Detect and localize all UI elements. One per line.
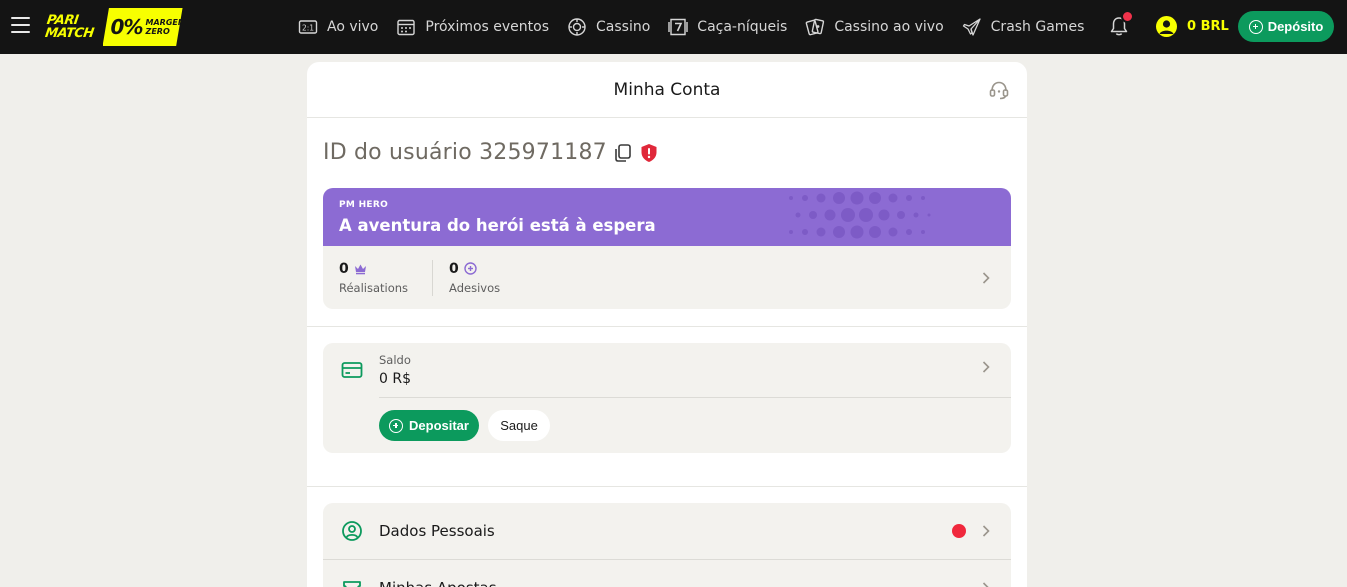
nav-item-cassino-ao-vivo[interactable]: Cassino ao vivo [805,17,944,37]
user-avatar-icon [1156,16,1177,37]
nav-item-proximos-eventos[interactable]: Próximos eventos [396,17,549,37]
casino-chip-icon [567,17,587,37]
calendar-icon [396,17,416,37]
nav-item-ao-vivo[interactable]: 2:1 Ao vivo [298,17,378,37]
chevron-right-icon [982,271,990,284]
depositar-button[interactable]: Depositar [379,410,479,441]
logo-wordmark: PARI MATCH [44,13,95,41]
sticker-plus-icon [464,262,477,275]
live-score-icon: 2:1 [298,17,318,37]
menu-item-dados-pessoais[interactable]: Dados Pessoais [323,503,1011,559]
crown-icon [354,264,366,275]
nav-item-crash-games[interactable]: Crash Games [962,17,1084,37]
user-circle-icon [342,521,362,541]
user-id-row: ID do usuário 325971187 [323,140,658,165]
stat-divider [432,259,434,296]
account-panel: Minha Conta ID do usuário 325971187 PM H… [307,62,1027,587]
header-deposit-button[interactable]: Depósito [1238,11,1334,42]
chevron-right-icon [982,525,990,537]
balance-chevron-icon[interactable] [981,360,991,374]
credit-card-icon [341,362,363,378]
saque-button[interactable]: Saque [488,410,550,441]
plus-circle-icon [389,418,404,433]
nav-item-cassino[interactable]: Cassino [567,17,650,37]
user-id-text: ID do usuário 325971187 [323,140,607,165]
section-divider [307,326,1027,327]
chevron-right-icon [982,581,990,587]
section-divider [307,486,1027,487]
pm-hero-card[interactable]: PM HERO A aventura do herói está à esper… [323,188,1011,309]
stickers-stat: 0 Adesivos [449,260,501,295]
shield-alert-icon[interactable] [640,143,658,163]
slot-seven-icon [668,17,688,37]
margem-zero-badge: 0% MARGEM ZERO [102,8,183,46]
balance-divider [379,397,1011,398]
page-title: Minha Conta [613,79,721,100]
main-nav: 2:1 Ao vivo Próximos eventos Cassino Caç… [298,0,1102,54]
plus-circle-icon [1248,19,1263,34]
header-balance[interactable]: 0 BRL [1156,16,1229,37]
hamburger-menu-icon[interactable] [11,17,30,33]
balance-card: Saldo 0 R$ Depositar Saque [323,343,1011,453]
nav-item-caca-niqueis[interactable]: Caça-níqueis [668,17,787,37]
halftone-decoration [789,191,931,239]
balance-label: Saldo [379,353,411,367]
support-headset-icon[interactable] [988,79,1010,101]
top-nav-bar: PARI MATCH 0% MARGEM ZERO 2:1 Ao vivo Pró… [0,0,1347,54]
ticket-icon [343,580,361,587]
copy-icon[interactable] [613,143,633,163]
playing-cards-icon [805,17,825,37]
hero-stats-row[interactable]: 0 Réalisations 0 Adesivos [323,246,1011,309]
svg-text:2:1: 2:1 [302,23,314,32]
menu-item-minhas-apostas[interactable]: Minhas Apostas [323,559,1011,587]
account-menu: Dados Pessoais Minhas Apostas [323,503,1011,587]
achievements-stat: 0 Réalisations [339,260,409,295]
parimatch-logo[interactable]: PARI MATCH 0% MARGEM ZERO [44,8,183,46]
pm-hero-banner: PM HERO A aventura do herói está à esper… [323,188,1011,246]
balance-value: 0 R$ [379,371,411,387]
plane-icon [962,17,982,37]
alert-dot [952,524,966,538]
notification-badge [1121,10,1134,23]
panel-header: Minha Conta [307,62,1027,118]
